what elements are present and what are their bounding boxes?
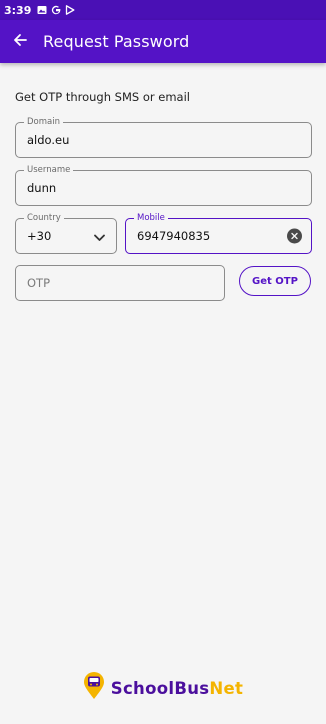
username-value: dunn <box>27 181 57 195</box>
form-subtitle: Get OTP through SMS or email <box>15 90 190 104</box>
country-value: +30 <box>27 229 52 243</box>
otp-placeholder: OTP <box>27 276 51 290</box>
username-field[interactable]: Username dunn <box>15 164 312 206</box>
back-button[interactable] <box>3 20 37 63</box>
google-g-icon <box>51 5 61 15</box>
image-icon <box>37 5 47 15</box>
mobile-field[interactable]: Mobile 6947940835 <box>125 212 312 254</box>
bus-pin-logo-icon <box>83 672 105 704</box>
play-store-icon <box>65 5 75 15</box>
domain-field[interactable]: Domain aldo.eu <box>15 116 312 158</box>
clear-icon[interactable] <box>287 228 302 244</box>
back-arrow-icon <box>13 32 27 51</box>
country-select[interactable]: Country +30 <box>15 212 117 254</box>
mobile-value: 6947940835 <box>137 229 211 243</box>
app-bar: Request Password <box>0 20 326 63</box>
brand-name-part2: Net <box>209 678 244 698</box>
brand-name: SchoolBusNet <box>111 679 243 698</box>
status-time: 3:39 <box>4 3 32 17</box>
get-otp-button[interactable]: Get OTP <box>239 266 311 296</box>
domain-label: Domain <box>24 116 63 128</box>
username-label: Username <box>24 164 74 176</box>
brand-name-part1: SchoolBus <box>110 678 210 698</box>
country-label: Country <box>24 212 64 224</box>
page-title: Request Password <box>43 32 190 51</box>
mobile-label: Mobile <box>134 212 168 224</box>
brand-logo: SchoolBusNet <box>0 672 326 704</box>
domain-value: aldo.eu <box>27 133 70 147</box>
otp-input[interactable]: OTP <box>15 265 225 301</box>
status-bar: 3:39 <box>0 0 326 20</box>
chevron-down-icon <box>94 227 105 246</box>
